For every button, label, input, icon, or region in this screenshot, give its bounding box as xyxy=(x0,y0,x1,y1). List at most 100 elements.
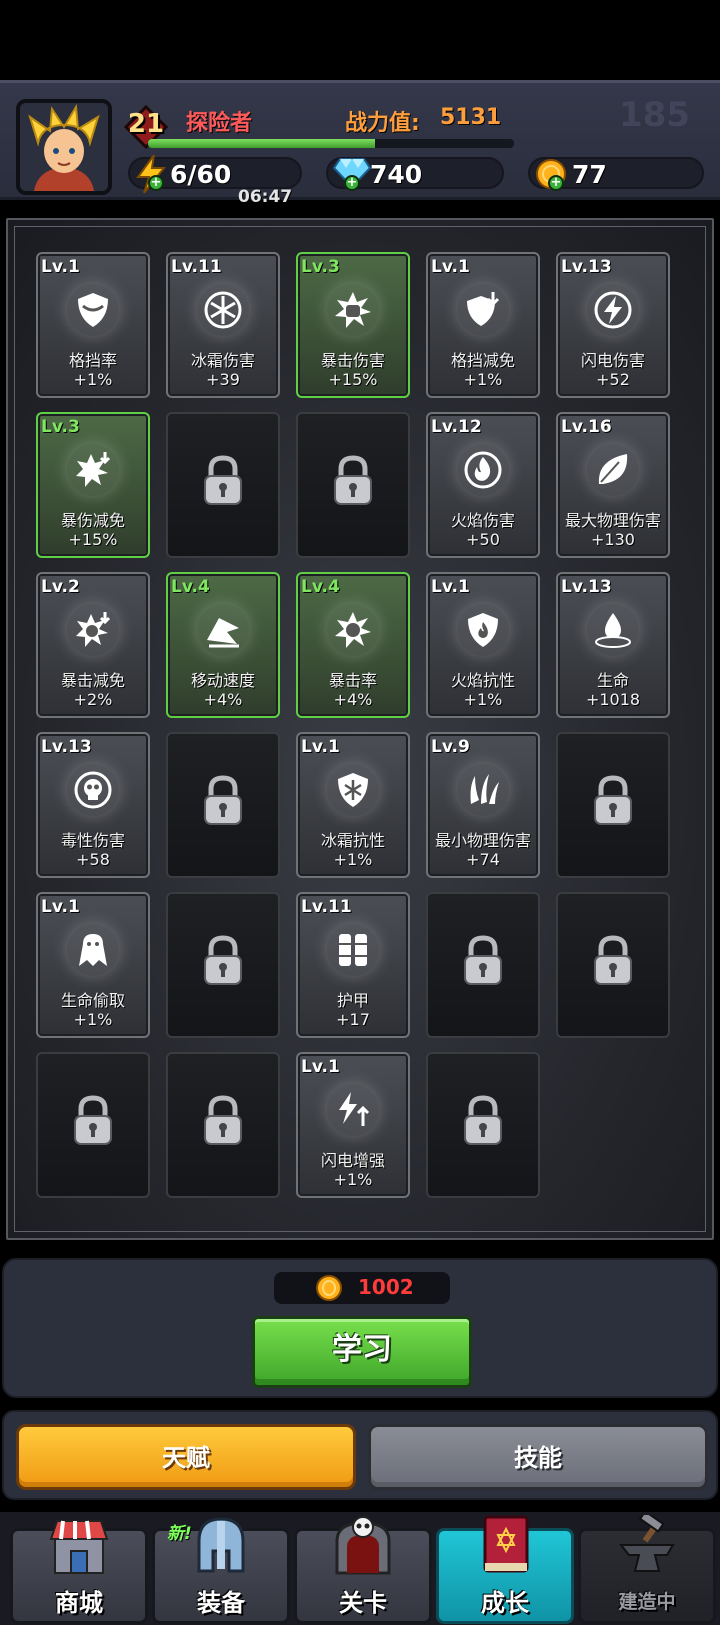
talent-bonus: +1% xyxy=(463,370,503,389)
learn-cost: 1002 xyxy=(274,1272,450,1304)
talent-grid: Lv.1 格挡率 +1% Lv.11 冰霜伤害 +39 Lv.3 暴击伤害 +15% Lv.1 格挡… xyxy=(6,218,714,1240)
energy-pill[interactable]: + 6/60 xyxy=(128,154,302,194)
shield-down-icon xyxy=(457,284,509,336)
bottom-nav: 商城 新! 装备 关卡 成长 建造中 xyxy=(0,1510,720,1625)
talent-tile[interactable]: Lv.4 暴击率 +4% xyxy=(296,572,410,718)
talent-bonus: +1% xyxy=(333,1170,373,1189)
learn-section: 1002 学习 xyxy=(2,1258,718,1398)
talent-tile[interactable]: Lv.13 毒性伤害 +58 xyxy=(36,732,150,878)
talent-bonus: +4% xyxy=(333,690,373,709)
lock-icon xyxy=(202,934,244,990)
talent-bonus: +1% xyxy=(73,1010,113,1029)
background-number: 185 xyxy=(619,95,690,135)
talent-name: 毒性伤害 xyxy=(60,831,125,850)
talent-tile[interactable]: Lv.4 移动速度 +4% xyxy=(166,572,280,718)
tab-talent[interactable]: 天赋 xyxy=(16,1424,356,1490)
talent-level: Lv.12 xyxy=(431,417,482,437)
talent-name: 生命 xyxy=(596,671,629,690)
talent-bonus: +52 xyxy=(596,370,630,389)
frost-shield-icon xyxy=(327,764,379,816)
power-value: 5131 xyxy=(440,105,502,130)
coin-icon xyxy=(314,1274,344,1306)
talent-tile[interactable]: Lv.12 火焰伤害 +50 xyxy=(426,412,540,558)
lock-icon xyxy=(462,934,504,990)
coins-pill[interactable]: + 77 xyxy=(528,157,704,191)
talent-tile[interactable]: Lv.3 暴击伤害 +15% xyxy=(296,252,410,398)
add-coins-icon[interactable]: + xyxy=(548,175,564,191)
helmet-icon xyxy=(189,1515,253,1579)
talent-tile-locked[interactable] xyxy=(556,892,670,1038)
leaf-icon xyxy=(587,444,639,496)
claw-icon xyxy=(457,764,509,816)
talent-level: Lv.2 xyxy=(41,577,80,597)
shield-icon xyxy=(67,284,119,336)
talent-tile-locked[interactable] xyxy=(426,1052,540,1198)
talent-tile-locked[interactable] xyxy=(36,1052,150,1198)
lightning-up-icon xyxy=(327,1084,379,1136)
nav-shop[interactable]: 商城 xyxy=(10,1520,148,1624)
talent-level: Lv.13 xyxy=(561,257,612,277)
talent-tile[interactable]: Lv.13 闪电伤害 +52 xyxy=(556,252,670,398)
drop-icon xyxy=(587,604,639,656)
lock-icon xyxy=(202,454,244,510)
talent-name: 暴击伤害 xyxy=(320,351,385,370)
fist-burst-icon xyxy=(327,284,379,336)
talent-tile[interactable]: Lv.11 冰霜伤害 +39 xyxy=(166,252,280,398)
talent-bonus: +17 xyxy=(336,1010,370,1029)
lock-icon xyxy=(202,1094,244,1150)
talent-bonus: +1018 xyxy=(585,690,641,709)
talent-level: Lv.1 xyxy=(431,577,470,597)
skull-gate-icon xyxy=(331,1515,395,1579)
anvil-icon xyxy=(615,1510,679,1579)
talent-tile[interactable]: Lv.11 护甲 +17 xyxy=(296,892,410,1038)
talent-tile[interactable]: Lv.1 格挡率 +1% xyxy=(36,252,150,398)
talent-tile-locked[interactable] xyxy=(296,412,410,558)
talent-bonus: +4% xyxy=(203,690,243,709)
talent-name: 最小物理伤害 xyxy=(434,831,531,850)
talent-tile-locked[interactable] xyxy=(166,1052,280,1198)
talent-tile[interactable]: Lv.1 生命偷取 +1% xyxy=(36,892,150,1038)
talent-tile[interactable]: Lv.9 最小物理伤害 +74 xyxy=(426,732,540,878)
talent-tile-locked[interactable] xyxy=(556,732,670,878)
nav-growth-label: 成长 xyxy=(481,1589,529,1617)
tab-skill[interactable]: 技能 xyxy=(368,1424,708,1490)
nav-stages[interactable]: 关卡 xyxy=(294,1516,432,1624)
talent-tile[interactable]: Lv.13 生命 +1018 xyxy=(556,572,670,718)
talent-level: Lv.1 xyxy=(301,1057,340,1077)
talent-name: 暴击率 xyxy=(328,671,377,690)
add-energy-icon[interactable]: + xyxy=(148,175,164,191)
nav-equipment[interactable]: 新! 装备 xyxy=(152,1517,290,1624)
talent-level: Lv.16 xyxy=(561,417,612,437)
nav-growth[interactable]: 成长 xyxy=(436,1515,574,1624)
talent-tile[interactable]: Lv.1 冰霜抗性 +1% xyxy=(296,732,410,878)
talent-name: 格挡减免 xyxy=(450,351,515,370)
talent-tile-locked[interactable] xyxy=(166,412,280,558)
talent-tile[interactable]: Lv.1 格挡减免 +1% xyxy=(426,252,540,398)
talent-tile-locked[interactable] xyxy=(426,892,540,1038)
talent-tile-locked[interactable] xyxy=(166,892,280,1038)
talent-tile[interactable]: Lv.2 暴击减免 +2% xyxy=(36,572,150,718)
gems-pill[interactable]: + 740 xyxy=(326,157,504,191)
add-gems-icon[interactable]: + xyxy=(344,175,360,191)
nav-building[interactable]: 建造中 xyxy=(578,1510,716,1624)
talent-level: Lv.9 xyxy=(431,737,470,757)
wind-icon xyxy=(197,604,249,656)
player-title: 探险者 xyxy=(186,111,253,136)
talent-tile[interactable]: Lv.3 暴伤减免 +15% xyxy=(36,412,150,558)
talent-tile[interactable]: Lv.16 最大物理伤害 +130 xyxy=(556,412,670,558)
power-label: 战力值: xyxy=(345,111,420,136)
talent-level: Lv.13 xyxy=(561,577,612,597)
talent-bonus: +15% xyxy=(68,530,118,549)
talent-tile[interactable]: Lv.1 火焰抗性 +1% xyxy=(426,572,540,718)
coins-value: 77 xyxy=(572,160,607,189)
snowflake-icon xyxy=(197,284,249,336)
talent-tile[interactable]: Lv.1 闪电增强 +1% xyxy=(296,1052,410,1198)
fire-shield-icon xyxy=(457,604,509,656)
talent-name: 格挡率 xyxy=(68,351,117,370)
player-avatar[interactable] xyxy=(16,99,112,195)
nav-equipment-label: 装备 xyxy=(197,1589,245,1617)
learn-button[interactable]: 学习 xyxy=(252,1316,472,1388)
lock-icon xyxy=(202,774,244,830)
talent-tile-locked[interactable] xyxy=(166,732,280,878)
vampire-icon xyxy=(67,924,119,976)
